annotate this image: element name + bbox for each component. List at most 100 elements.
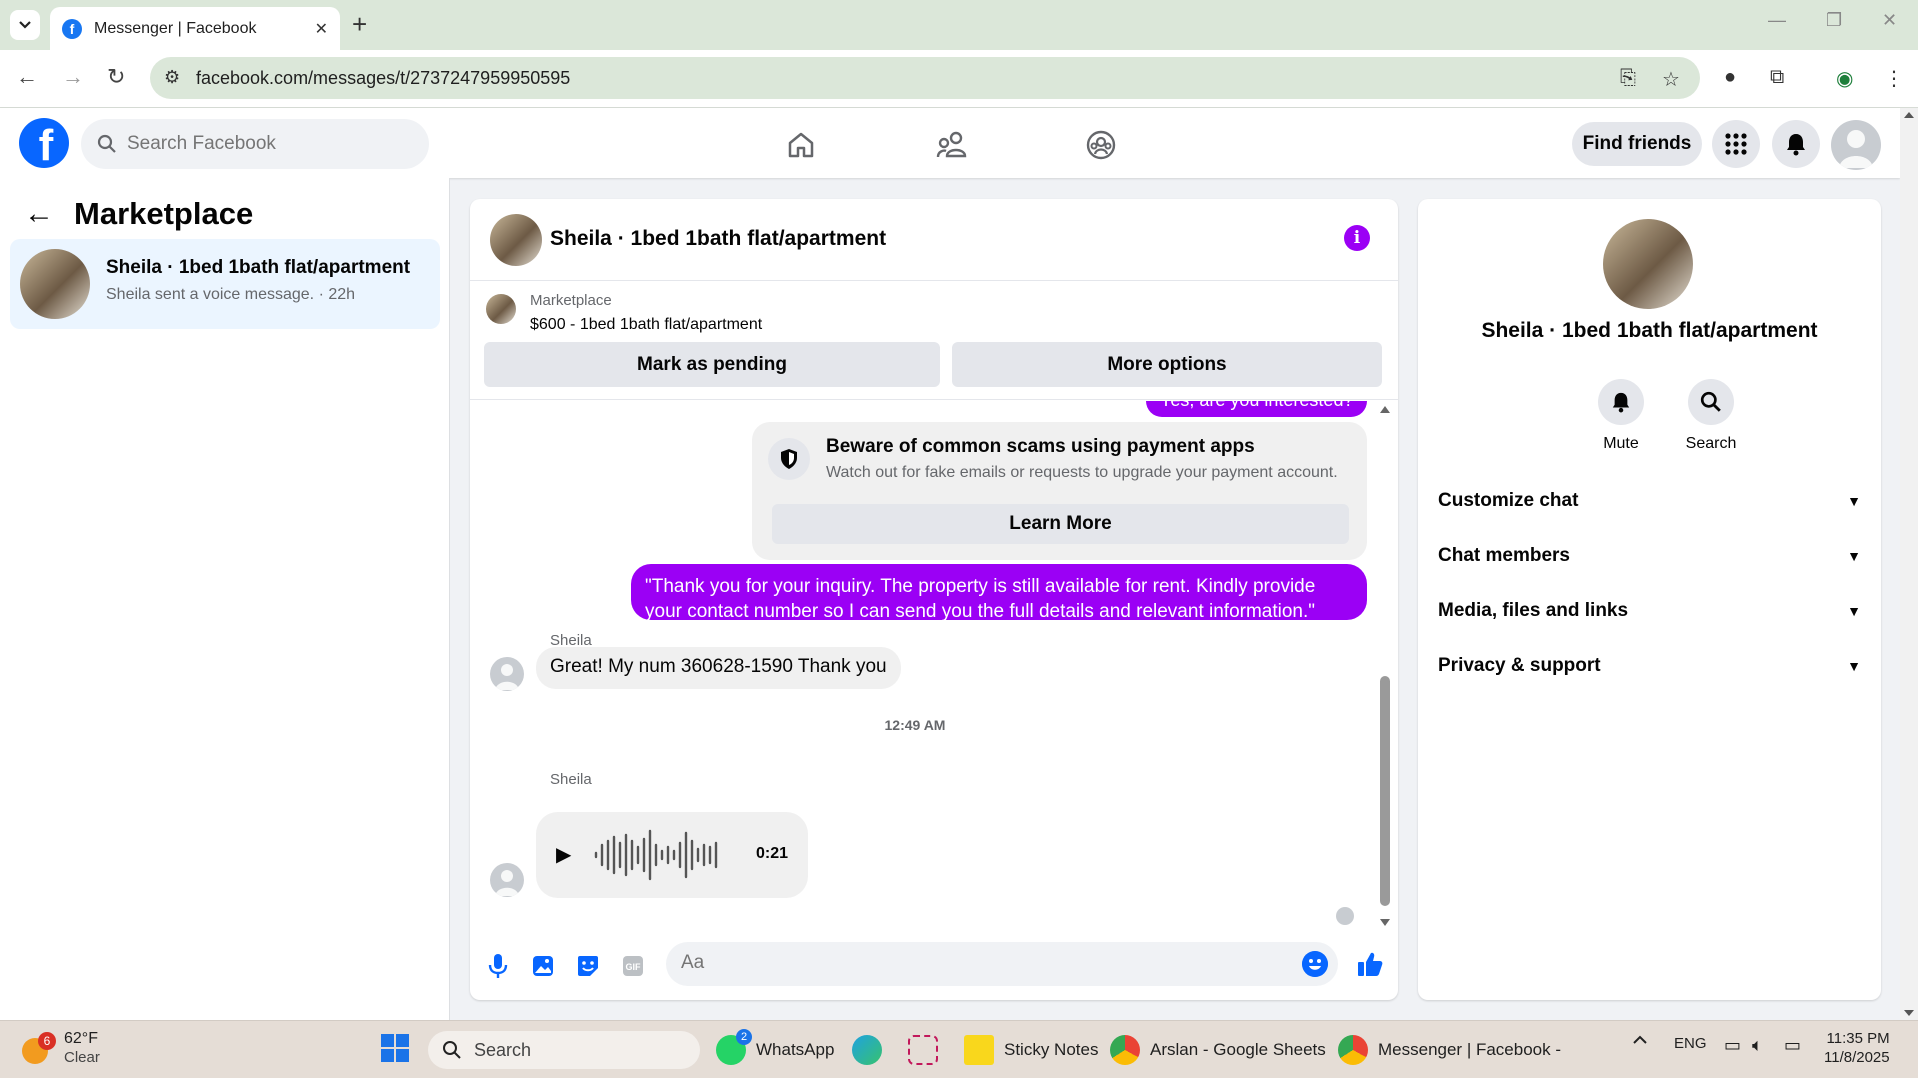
chat-members-section[interactable]: Chat members ▼ <box>1438 536 1861 576</box>
search-input[interactable] <box>127 133 407 155</box>
account-avatar[interactable] <box>1831 120 1881 170</box>
search-in-conversation-button[interactable]: Search <box>1671 379 1751 453</box>
chrome-icon <box>1110 1035 1140 1065</box>
back-arrow-icon[interactable]: ← <box>24 197 54 231</box>
cookie-extension-icon[interactable]: ● <box>1724 66 1736 89</box>
emoji-icon[interactable] <box>1302 951 1328 977</box>
microphone-icon[interactable] <box>484 952 512 980</box>
language-indicator[interactable]: ENG <box>1674 1035 1707 1052</box>
reload-icon[interactable]: ↻ <box>107 64 125 90</box>
minimize-icon[interactable]: — <box>1768 10 1786 31</box>
conversation-item[interactable]: Sheila · 1bed 1bath flat/apartment Sheil… <box>10 239 440 329</box>
tab-title: Messenger | Facebook <box>94 19 257 37</box>
search-icon <box>97 134 116 153</box>
play-icon[interactable]: ▶ <box>556 842 571 867</box>
weather-badge: 6 <box>38 1032 56 1050</box>
mark-as-pending-button[interactable]: Mark as pending <box>484 342 940 387</box>
sticker-icon[interactable] <box>574 952 602 980</box>
profile-icon[interactable]: ◉ <box>1836 66 1853 91</box>
taskbar-whatsapp[interactable]: 2 WhatsApp <box>716 1029 834 1065</box>
outgoing-message[interactable]: "Thank you for your inquiry. The propert… <box>631 564 1367 622</box>
marketplace-sidebar: ← Marketplace Sheila · 1bed 1bath flat/a… <box>0 178 450 1020</box>
show-hidden-icons[interactable] <box>1632 1035 1648 1045</box>
marketplace-label: Marketplace <box>530 292 612 309</box>
network-icon[interactable]: ▭ <box>1724 1035 1741 1056</box>
chat-title[interactable]: Sheila · 1bed 1bath flat/apartment <box>550 227 886 251</box>
home-nav-icon[interactable] <box>781 125 821 165</box>
menu-grid-icon[interactable] <box>1712 120 1760 168</box>
section-label: Chat members <box>1438 545 1570 566</box>
listing-price[interactable]: $600 - 1bed 1bath flat/apartment <box>530 316 762 334</box>
back-icon[interactable]: ← <box>16 64 38 90</box>
extensions-icon[interactable]: ⧉ <box>1770 66 1784 89</box>
find-friends-button[interactable]: Find friends <box>1572 122 1702 166</box>
taskbar-google-sheets[interactable]: Arslan - Google Sheets <box>1110 1035 1326 1065</box>
message-input-box[interactable] <box>666 942 1338 986</box>
chevron-down-icon: ▼ <box>1847 603 1861 619</box>
restore-icon[interactable]: ❐ <box>1826 10 1842 31</box>
weather-widget[interactable]: 6 62°F Clear <box>22 1029 100 1067</box>
friends-nav-icon[interactable] <box>932 125 972 165</box>
facebook-search[interactable] <box>81 119 429 169</box>
thumbs-up-icon[interactable] <box>1354 948 1386 980</box>
customize-chat-section[interactable]: Customize chat ▼ <box>1438 481 1861 521</box>
learn-more-button[interactable]: Learn More <box>772 504 1349 544</box>
media-files-links-section[interactable]: Media, files and links ▼ <box>1438 591 1861 631</box>
taskbar-search[interactable]: Search <box>428 1031 700 1069</box>
volume-icon[interactable]: 🔈︎ <box>1752 1035 1763 1056</box>
tab-search-button[interactable] <box>10 10 40 40</box>
windows-start-icon[interactable] <box>380 1033 410 1063</box>
chat-header: Sheila · 1bed 1bath flat/apartment i <box>470 199 1398 281</box>
close-tab-icon[interactable]: ✕ <box>315 19 328 39</box>
listing-small-thumbnail[interactable] <box>486 294 516 324</box>
search-icon <box>443 1041 461 1059</box>
chevron-down-icon: ▼ <box>1847 548 1861 564</box>
message-input[interactable] <box>681 952 1241 974</box>
taskbar-sticky-notes[interactable]: Sticky Notes <box>964 1035 1098 1065</box>
taskbar-edge[interactable] <box>852 1035 892 1065</box>
privacy-support-section[interactable]: Privacy & support ▼ <box>1438 646 1861 686</box>
whatsapp-icon: 2 <box>716 1029 752 1065</box>
listing-profile-picture[interactable] <box>1603 219 1693 309</box>
forward-icon[interactable]: → <box>62 64 84 90</box>
shield-icon <box>768 438 810 480</box>
conversation-preview: Sheila sent a voice message. · 22h <box>106 286 356 303</box>
incoming-message[interactable]: Great! My num 360628-1590 Thank you <box>536 647 901 689</box>
facebook-favicon-icon: f <box>62 18 82 39</box>
search-label: Search <box>1685 435 1737 452</box>
battery-icon[interactable]: ▭ <box>1784 1035 1801 1056</box>
taskbar-messenger[interactable]: Messenger | Facebook - <box>1338 1035 1561 1065</box>
svg-text:GIF: GIF <box>626 962 642 972</box>
gif-icon[interactable]: GIF <box>619 952 647 980</box>
more-options-button[interactable]: More options <box>952 342 1382 387</box>
voice-duration: 0:21 <box>756 845 789 862</box>
voice-message[interactable]: ▶ 0:21 <box>536 812 808 898</box>
mute-button[interactable]: Mute <box>1581 379 1661 453</box>
facebook-logo[interactable]: f <box>19 118 69 168</box>
page-scrollbar[interactable] <box>1900 108 1918 1020</box>
taskbar-search-label: Search <box>474 1039 532 1060</box>
install-app-icon[interactable]: ⎘ <box>1620 67 1636 90</box>
new-tab-button[interactable]: + <box>352 10 367 38</box>
snipping-tool-icon <box>908 1035 938 1065</box>
close-window-icon[interactable]: ✕ <box>1882 10 1897 31</box>
chat-thumbnail[interactable] <box>490 214 542 266</box>
clock[interactable]: 11:35 PM 11/8/2025 <box>1824 1029 1890 1067</box>
sender-avatar[interactable] <box>490 863 524 897</box>
menu-dots-icon[interactable]: ⋮ <box>1884 66 1904 91</box>
sender-avatar[interactable] <box>490 657 524 691</box>
mute-label: Mute <box>1603 435 1639 452</box>
browser-tab[interactable]: f Messenger | Facebook ✕ <box>50 7 340 50</box>
notifications-bell-icon[interactable] <box>1772 120 1820 168</box>
photo-icon[interactable] <box>529 952 557 980</box>
taskbar-snipping-tool[interactable] <box>908 1035 948 1065</box>
chat-scrollbar-thumb[interactable] <box>1380 676 1390 906</box>
bookmark-star-icon[interactable]: ☆ <box>1662 67 1680 92</box>
site-settings-icon[interactable]: ⚙ <box>164 67 180 88</box>
info-icon[interactable]: i <box>1344 225 1370 251</box>
section-label: Privacy & support <box>1438 655 1601 676</box>
address-bar[interactable]: ⚙ facebook.com/messages/t/27372479599505… <box>150 57 1700 99</box>
section-label: Media, files and links <box>1438 600 1629 621</box>
groups-nav-icon[interactable] <box>1081 125 1121 165</box>
url-text[interactable]: facebook.com/messages/t/2737247959950595 <box>196 68 570 89</box>
